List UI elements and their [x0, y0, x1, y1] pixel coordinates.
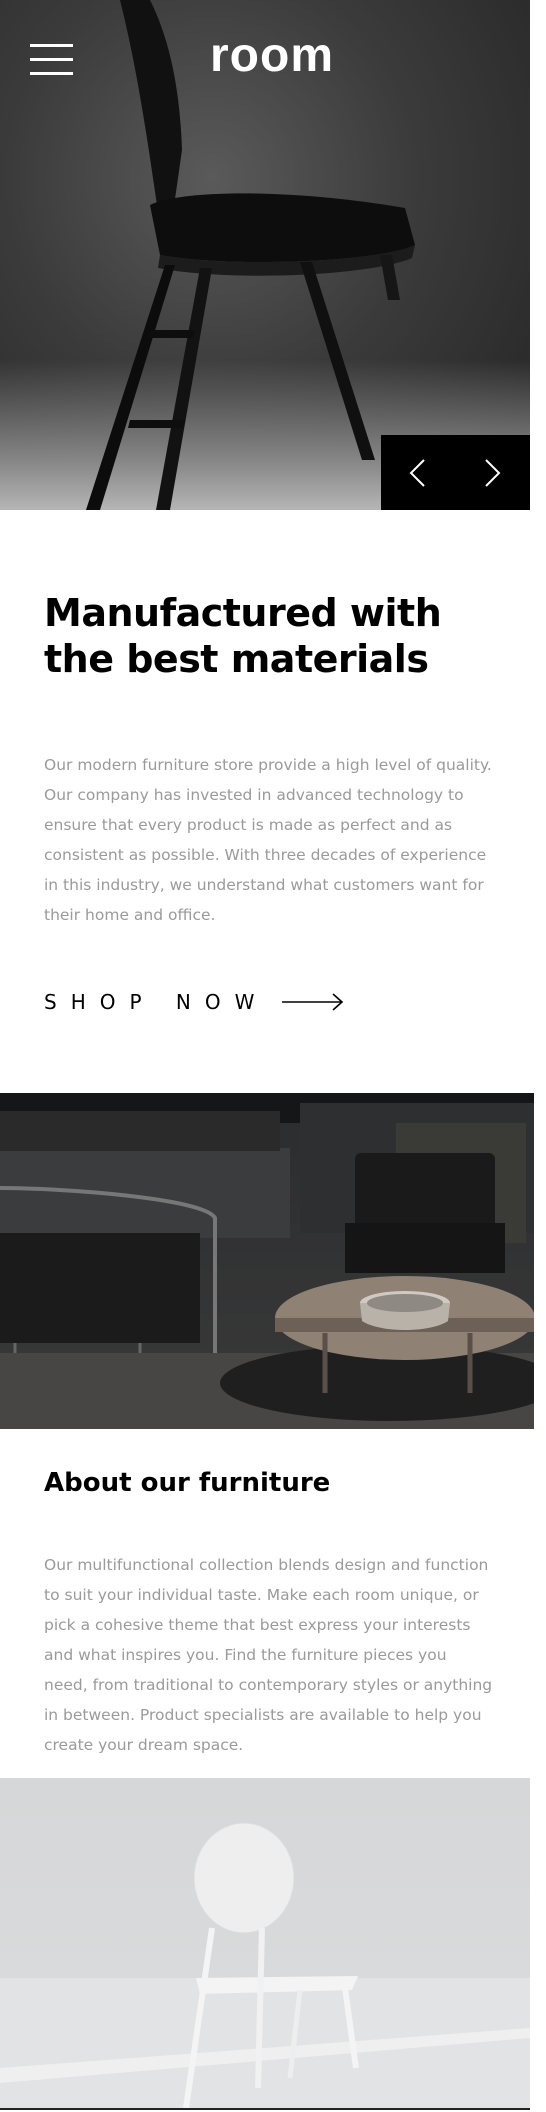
slider-navigation — [381, 435, 530, 510]
shop-now-link[interactable]: SHOP NOW — [44, 990, 344, 1014]
chevron-right-icon[interactable] — [455, 435, 529, 510]
site-logo[interactable]: room — [210, 28, 334, 83]
hero-section: room — [0, 0, 530, 510]
about-title: About our furniture — [44, 1468, 331, 1498]
intro-title-line2: the best materials — [44, 637, 429, 681]
about-description: Our multifunctional collection blends de… — [44, 1556, 493, 1754]
arrow-right-icon — [282, 993, 344, 1011]
chevron-left-icon[interactable] — [381, 435, 455, 510]
about-section: About our furniture Our multifunctional … — [44, 1468, 494, 1754]
dark-living-room-photo — [0, 1093, 534, 1429]
hamburger-icon[interactable] — [30, 44, 73, 75]
intro-description: Our modern furniture store provide a hig… — [44, 756, 492, 924]
intro-title-line1: Manufactured with — [44, 591, 442, 635]
page-divider — [0, 2108, 530, 2110]
intro-section: Manufactured with the best materials Our… — [44, 590, 494, 924]
shop-now-label: SHOP NOW — [44, 990, 269, 1014]
intro-title: Manufactured with the best materials — [44, 590, 494, 682]
white-chair-photo — [0, 1778, 530, 2108]
